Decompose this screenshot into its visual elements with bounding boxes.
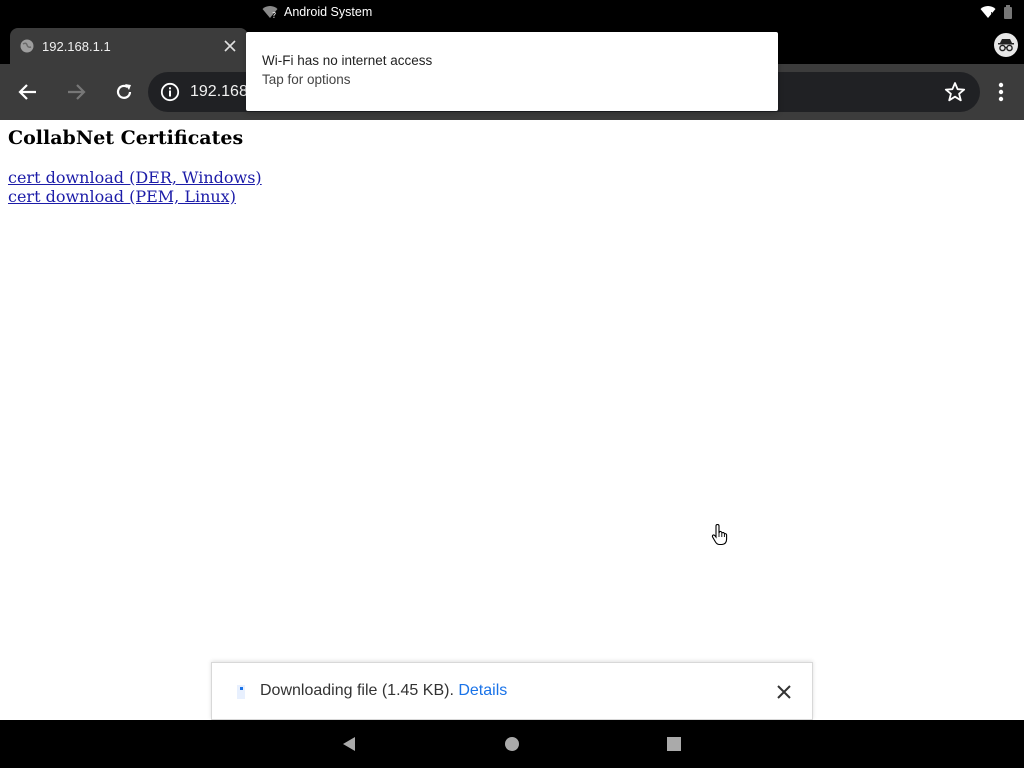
status-notification: ? Android System	[262, 4, 372, 20]
wifi-notification[interactable]: Wi-Fi has no internet access Tap for opt…	[246, 32, 778, 111]
reload-icon[interactable]	[110, 78, 138, 106]
hand-cursor-icon	[711, 524, 728, 546]
browser-tab[interactable]: 192.168.1.1	[10, 28, 248, 64]
notification-title: Wi-Fi has no internet access	[262, 53, 433, 68]
download-message: Downloading file (1.45 KB).	[260, 682, 454, 699]
close-icon[interactable]	[222, 38, 238, 54]
star-icon[interactable]	[944, 81, 966, 103]
cert-der-link[interactable]: cert download (DER, Windows)	[8, 168, 262, 187]
system-icons: !	[980, 4, 1012, 20]
recents-square-icon[interactable]	[664, 734, 684, 754]
close-icon[interactable]	[774, 682, 794, 702]
cert-pem-link[interactable]: cert download (PEM, Linux)	[8, 187, 262, 206]
notification-source-label: Android System	[284, 5, 373, 19]
battery-icon	[1004, 5, 1012, 19]
tab-title: 192.168.1.1	[42, 38, 111, 54]
web-page: CollabNet Certificates cert download (DE…	[0, 120, 1024, 720]
download-status: Downloading file (1.45 KB). Details	[260, 682, 507, 700]
android-nav-bar	[0, 720, 1024, 768]
wifi-icon: !	[980, 6, 996, 19]
info-icon[interactable]	[160, 82, 180, 102]
page-heading: CollabNet Certificates	[8, 127, 244, 149]
wifi-question-icon: ?	[262, 6, 278, 19]
download-icon	[237, 685, 245, 699]
home-circle-icon[interactable]	[502, 734, 522, 754]
incognito-icon[interactable]	[994, 33, 1018, 57]
more-vert-icon[interactable]	[987, 78, 1015, 106]
download-infobar: Downloading file (1.45 KB). Details	[211, 662, 813, 720]
svg-text:?: ?	[272, 11, 276, 19]
back-triangle-icon[interactable]	[339, 734, 359, 754]
globe-icon	[20, 39, 34, 53]
notification-text: Tap for options	[262, 72, 351, 87]
link-list: cert download (DER, Windows) cert downlo…	[8, 168, 262, 206]
forward-arrow-icon[interactable]	[62, 78, 90, 106]
url-text[interactable]: 192.168	[190, 82, 248, 102]
back-arrow-icon[interactable]	[14, 78, 42, 106]
svg-text:!: !	[990, 11, 993, 19]
download-details-link[interactable]: Details	[458, 682, 507, 699]
status-bar: ? Android System !	[0, 0, 1024, 24]
